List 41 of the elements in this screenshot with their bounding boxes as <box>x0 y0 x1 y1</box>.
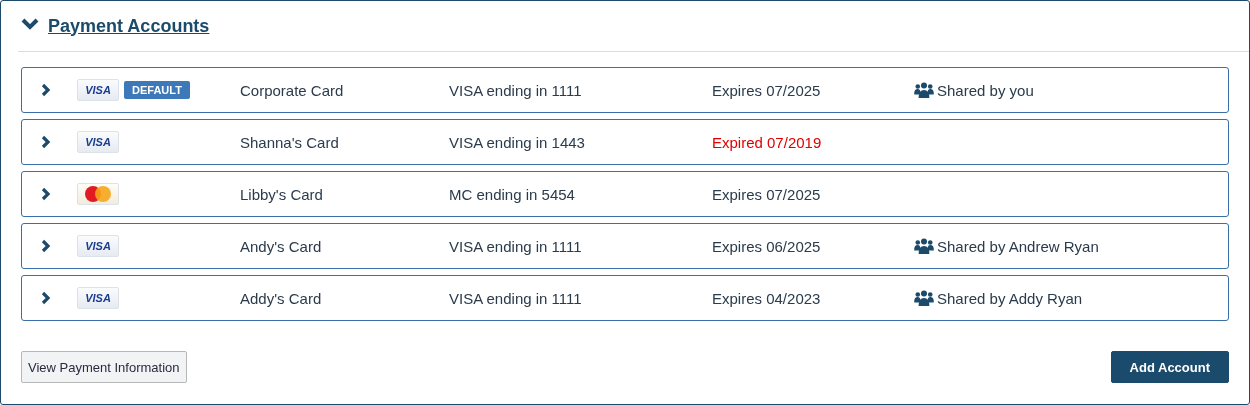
card-name: Shanna's Card <box>240 133 340 151</box>
chevron-right-icon[interactable] <box>41 187 51 201</box>
chevron-right-icon[interactable] <box>41 135 51 149</box>
card-number: VISA ending in 1111 <box>449 289 583 307</box>
card-logo: VISA <box>77 131 119 153</box>
card-name: Andy's Card <box>240 237 323 255</box>
card-number: VISA ending in 1443 <box>449 133 586 151</box>
expiry-date: Expired 07/2019 <box>712 133 823 151</box>
chevron-right-icon[interactable] <box>41 291 51 305</box>
account-row[interactable]: VISA Addy's Card VISA ending in 1111 Expires 04/2023 Shared by Addy Ryan <box>21 275 1229 321</box>
card-logo: VISA <box>77 235 119 257</box>
panel-title-link[interactable]: Payment Accounts <box>48 15 210 37</box>
view-payment-information-button[interactable]: View Payment Information <box>21 351 187 383</box>
expiry-date: Expires 04/2023 <box>712 289 822 307</box>
account-row[interactable]: Libby's Card MC ending in 5454 Expires 07/2025 <box>21 171 1229 217</box>
card-name: Libby's Card <box>240 185 324 203</box>
card-number: MC ending in 5454 <box>449 185 576 203</box>
card-logo: VISA <box>77 287 119 309</box>
expiry-date: Expires 07/2025 <box>712 185 822 203</box>
account-row[interactable]: VISA DEFAULT Corporate Card VISA ending in 1111 Expires 07/2025 Shared by you <box>21 67 1229 113</box>
users-icon <box>914 238 934 254</box>
card-logo: VISA <box>77 79 119 101</box>
shared-by-label: Shared by Addy Ryan <box>937 289 1083 307</box>
account-row[interactable]: VISA Shanna's Card VISA ending in 1443 Expired 07/2019 <box>21 119 1229 165</box>
chevron-right-icon[interactable] <box>41 83 51 97</box>
add-account-button[interactable]: Add Account <box>1110 351 1229 383</box>
chevron-right-icon[interactable] <box>41 239 51 253</box>
shared-by-label: Shared by Andrew Ryan <box>937 237 1099 255</box>
card-number: VISA ending in 1111 <box>449 237 583 255</box>
card-number: VISA ending in 1111 <box>449 81 583 99</box>
card-name: Corporate Card <box>240 81 345 99</box>
users-icon <box>914 82 934 98</box>
shared-by-label: Shared by you <box>937 81 1034 99</box>
chevron-down-icon[interactable] <box>21 18 39 30</box>
card-name: Addy's Card <box>240 289 323 307</box>
expiry-date: Expires 06/2025 <box>712 237 822 255</box>
default-badge: DEFAULT <box>124 81 190 99</box>
users-icon <box>914 290 934 306</box>
expiry-date: Expires 07/2025 <box>712 81 822 99</box>
account-row[interactable]: VISA Andy's Card VISA ending in 1111 Expires 06/2025 Shared by Andrew Ryan <box>21 223 1229 269</box>
card-logo-icon <box>77 183 119 205</box>
